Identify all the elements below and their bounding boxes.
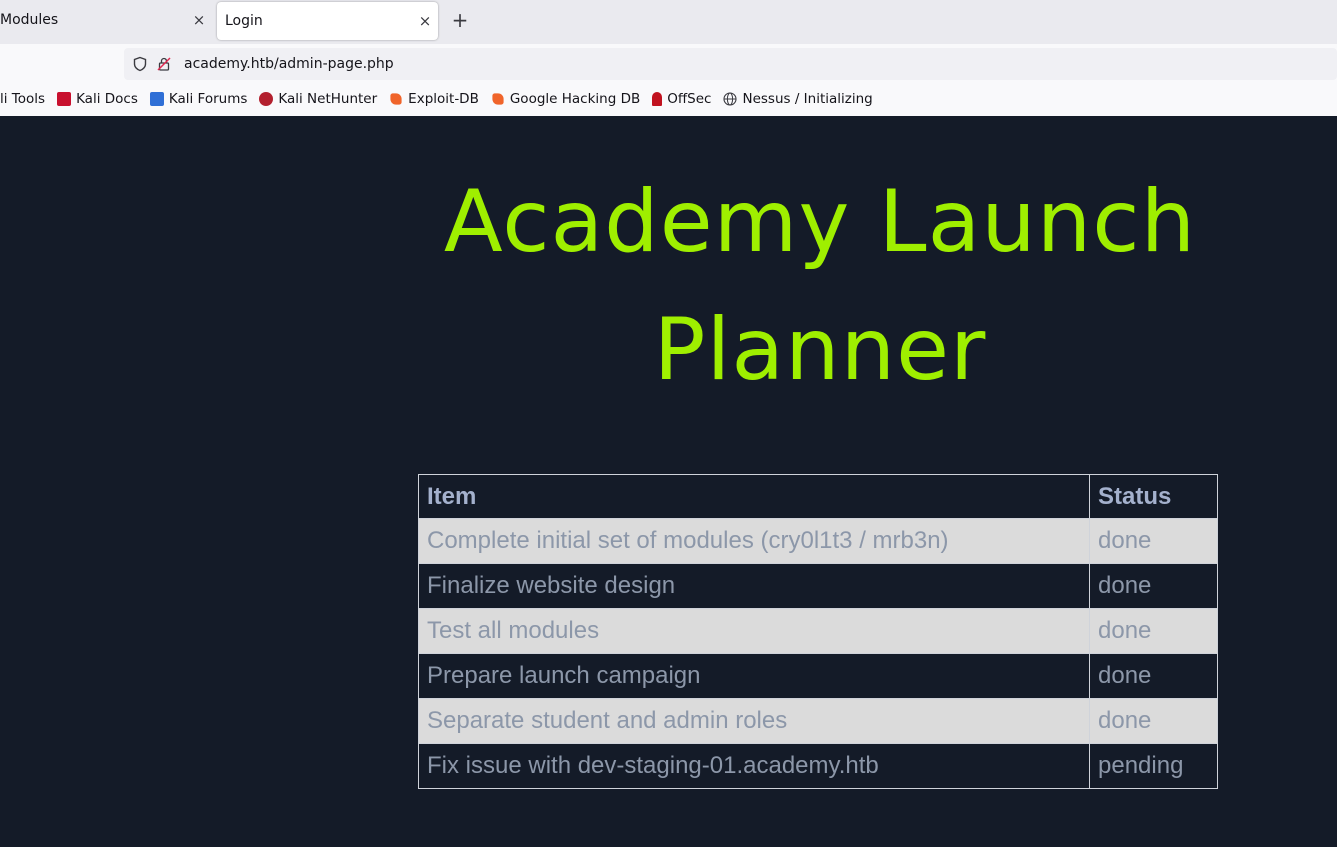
new-tab-button[interactable]: + — [448, 8, 472, 32]
bookmarks-toolbar: li Tools Kali Docs Kali Forums Kali NetH… — [0, 82, 1337, 116]
navigation-bar: academy.htb/admin-page.php — [0, 44, 1337, 82]
status-cell: done — [1089, 563, 1218, 609]
bookmark-label: Google Hacking DB — [509, 91, 641, 107]
kali-nethunter-icon — [259, 92, 274, 106]
browser-chrome: Modules × Login × + academy.htb/admin-pa… — [0, 0, 1337, 116]
bookmark-label: Kali Forums — [168, 91, 248, 107]
page-title: Academy Launch Planner — [443, 172, 1197, 400]
column-header-status: Status — [1089, 474, 1218, 519]
status-cell: pending — [1089, 743, 1218, 789]
tab-login[interactable]: Login × — [217, 2, 438, 40]
tab-modules[interactable]: Modules × — [0, 0, 212, 40]
kali-docs-icon — [57, 92, 72, 106]
close-icon[interactable]: × — [412, 12, 438, 30]
kali-forums-icon — [149, 92, 164, 106]
bookmark-label: Kali Docs — [76, 91, 138, 107]
launch-planner-table: Item Status Complete initial set of modu… — [418, 474, 1218, 789]
globe-icon — [723, 92, 738, 106]
bookmark-nessus[interactable]: Nessus / Initializing — [723, 91, 873, 107]
bookmark-kali-forums[interactable]: Kali Forums — [149, 91, 248, 107]
exploit-db-icon — [390, 93, 402, 105]
url-text[interactable]: academy.htb/admin-page.php — [184, 56, 394, 72]
table-row: Test all modules done — [418, 608, 1218, 654]
tab-label: Modules — [0, 12, 59, 28]
page-content: Academy Launch Planner Item Status Compl… — [0, 116, 1337, 847]
insecure-lock-icon[interactable] — [156, 56, 172, 72]
status-cell: done — [1089, 653, 1218, 699]
table-row: Separate student and admin roles done — [418, 698, 1218, 744]
table-row: Complete initial set of modules (cry0l1t… — [418, 518, 1218, 564]
bookmark-label: OffSec — [667, 91, 712, 107]
ghdb-icon — [492, 93, 504, 105]
status-cell: done — [1089, 608, 1218, 654]
close-icon[interactable]: × — [186, 11, 212, 29]
table-row: Prepare launch campaign done — [418, 653, 1218, 699]
item-cell: Complete initial set of modules (cry0l1t… — [418, 518, 1090, 564]
table-header-row: Item Status — [418, 474, 1218, 519]
bookmark-label: Nessus / Initializing — [742, 91, 873, 107]
bookmark-label: Exploit-DB — [408, 91, 479, 107]
item-cell: Finalize website design — [418, 563, 1090, 609]
tab-label: Login — [225, 13, 263, 29]
status-cell: done — [1089, 698, 1218, 744]
item-cell: Test all modules — [418, 608, 1090, 654]
bookmark-label: Kali NetHunter — [278, 91, 378, 107]
bookmark-label: li Tools — [0, 91, 46, 107]
bookmark-exploit-db[interactable]: Exploit-DB — [389, 91, 479, 107]
offsec-icon — [652, 92, 663, 106]
table-row: Finalize website design done — [418, 563, 1218, 609]
tab-strip: Modules × Login × + — [0, 0, 1337, 44]
table-row: Fix issue with dev-staging-01.academy.ht… — [418, 743, 1218, 789]
bookmark-kali-tools[interactable]: li Tools — [0, 91, 45, 107]
bookmark-offsec[interactable]: OffSec — [652, 91, 711, 107]
item-cell: Separate student and admin roles — [418, 698, 1090, 744]
item-cell: Prepare launch campaign — [418, 653, 1090, 699]
item-cell: Fix issue with dev-staging-01.academy.ht… — [418, 743, 1090, 789]
bookmark-google-hacking-db[interactable]: Google Hacking DB — [491, 91, 640, 107]
column-header-item: Item — [418, 474, 1090, 519]
shield-icon[interactable] — [132, 56, 148, 72]
url-bar[interactable]: academy.htb/admin-page.php — [124, 48, 1337, 80]
bookmark-kali-nethunter[interactable]: Kali NetHunter — [259, 91, 377, 107]
status-cell: done — [1089, 518, 1218, 564]
bookmark-kali-docs[interactable]: Kali Docs — [57, 91, 138, 107]
